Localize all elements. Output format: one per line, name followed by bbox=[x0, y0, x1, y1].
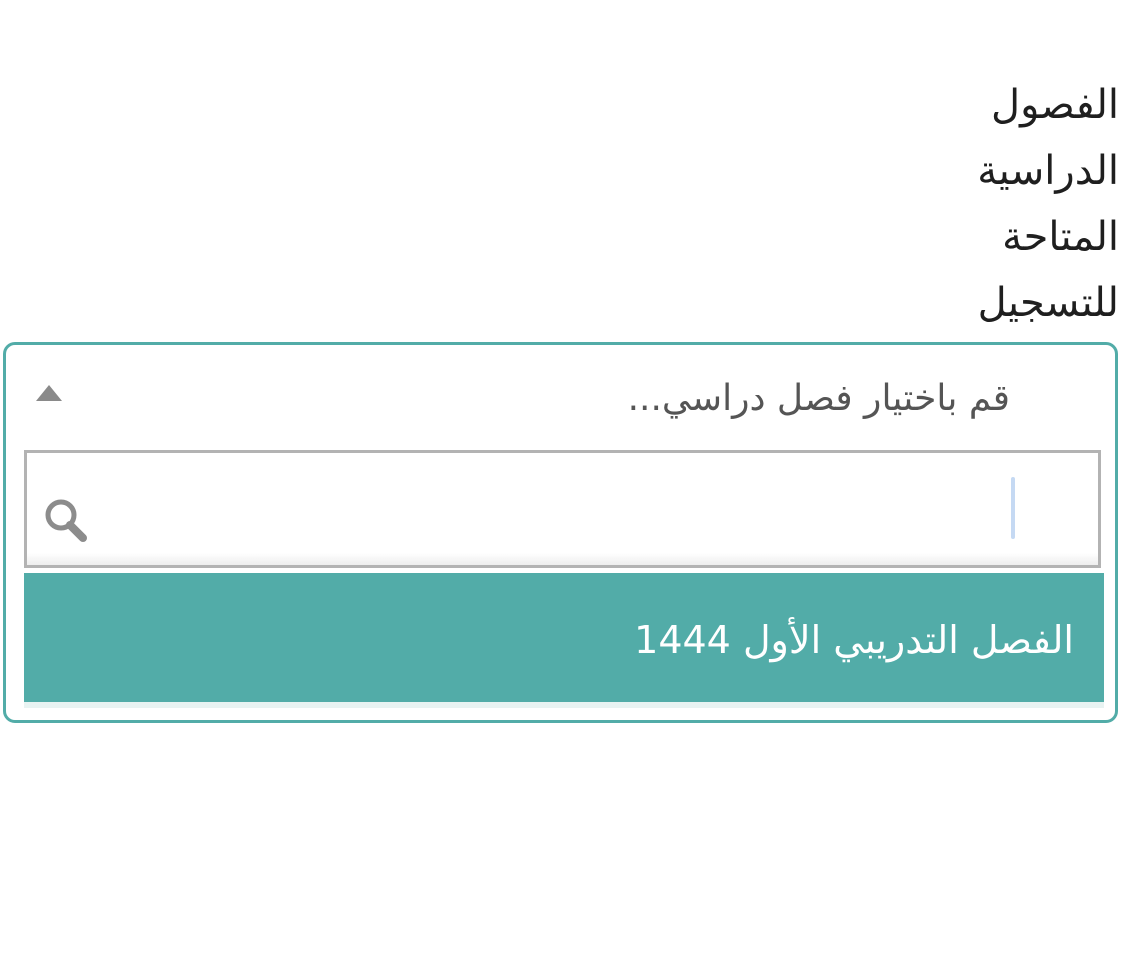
semester-select[interactable]: قم باختيار فصل دراسي... الفصل التدريبي ا… bbox=[3, 342, 1118, 723]
field-label-line: المتاحة bbox=[1002, 214, 1119, 260]
option-item[interactable]: الفصل التدريبي الأول 1444 bbox=[24, 573, 1104, 708]
search-box[interactable] bbox=[24, 450, 1101, 568]
text-cursor bbox=[1011, 477, 1015, 539]
options-list: الفصل التدريبي الأول 1444 bbox=[24, 573, 1104, 708]
select-placeholder[interactable]: قم باختيار فصل دراسي... bbox=[628, 367, 1010, 431]
search-icon bbox=[45, 499, 87, 542]
field-label-line: الفصول bbox=[991, 82, 1119, 128]
field-label-line: الدراسية bbox=[977, 148, 1119, 194]
search-shadow bbox=[27, 553, 1098, 565]
field-label-line: للتسجيل bbox=[977, 280, 1119, 326]
field-label: الفصول الدراسية المتاحة للتسجيل bbox=[949, 72, 1119, 336]
caret-up-icon[interactable] bbox=[36, 385, 62, 401]
search-input[interactable] bbox=[127, 453, 1098, 565]
